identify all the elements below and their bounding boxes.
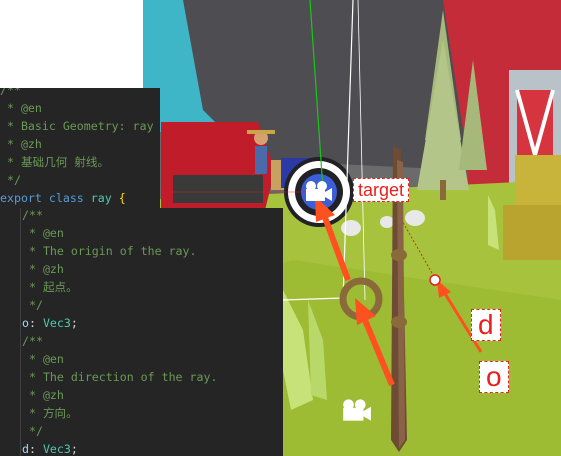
code-line: * The direction of the ray. <box>22 370 218 384</box>
colon: : <box>28 442 43 456</box>
class-name: ray <box>90 191 112 205</box>
camera-icon <box>306 181 332 201</box>
target-label: target <box>353 178 410 202</box>
property-type: Vec3 <box>42 442 71 456</box>
hay-bale <box>515 155 561 210</box>
farmer <box>255 146 267 174</box>
code-line: /** <box>22 334 43 348</box>
code-line: */ <box>22 298 43 312</box>
code-line: /** <box>22 208 43 222</box>
chicken <box>341 220 361 236</box>
direction-property: d: Vec3; <box>22 440 78 456</box>
origin-point <box>429 274 441 286</box>
code-panel-body[interactable]: /** * @en * The origin of the ray. * @zh… <box>0 208 283 456</box>
code-line: * @en <box>22 352 64 366</box>
code-line: * @zh <box>22 388 64 402</box>
code-line: * @en <box>0 101 42 115</box>
camera-icon <box>343 399 371 421</box>
code-line: * @zh <box>22 262 64 276</box>
code-line: * The origin of the ray. <box>22 244 197 258</box>
code-line: */ <box>22 424 43 438</box>
direction-label: d <box>471 309 501 341</box>
origin-property: o: Vec3; <box>22 314 78 332</box>
property-name: o <box>22 316 29 330</box>
open-brace: { <box>118 191 126 205</box>
code-line: * 基础几何 射线。 <box>0 155 110 169</box>
indent-guide <box>20 208 21 456</box>
keyword-export: export <box>0 191 42 205</box>
code-panel-header[interactable]: /** * @en * Basic Geometry: ray * @zh * … <box>0 88 160 208</box>
code-line: * 起点。 <box>22 280 78 294</box>
class-declaration: export class ray { <box>0 189 126 207</box>
keyword-class: class <box>48 191 84 205</box>
code-line: */ <box>0 173 21 187</box>
code-line: * @en <box>22 226 64 240</box>
colon: : <box>28 316 43 330</box>
code-line: * 方向。 <box>22 406 78 420</box>
code-line: /** <box>0 88 21 97</box>
semicolon: ; <box>70 316 78 330</box>
origin-label: o <box>479 361 509 393</box>
semicolon: ; <box>70 442 78 456</box>
property-type: Vec3 <box>42 316 71 330</box>
property-name: d <box>22 442 29 456</box>
code-line: * @zh <box>0 137 42 151</box>
code-line: * Basic Geometry: ray <box>0 119 154 133</box>
